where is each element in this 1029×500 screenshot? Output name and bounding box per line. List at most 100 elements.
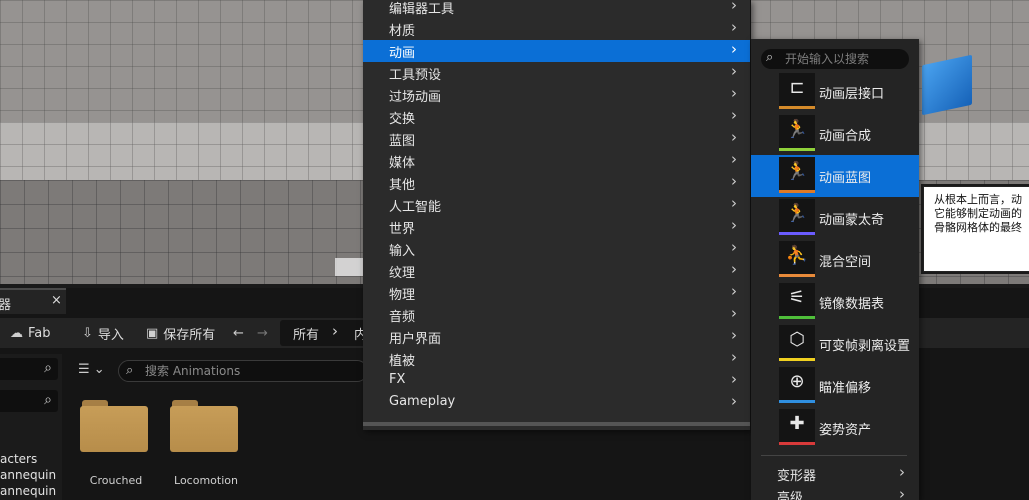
icon-glyph: ⬡	[789, 329, 805, 350]
menu-item-16[interactable]: 植被 ›	[363, 348, 750, 370]
asset-color-bar	[779, 274, 815, 277]
icon-glyph: 🏃	[785, 203, 809, 224]
menu-item-6[interactable]: 蓝图 ›	[363, 128, 750, 150]
import-button[interactable]: ⇩ 导入	[82, 318, 124, 348]
menu-item-17[interactable]: FX ›	[363, 370, 750, 392]
menu-item-label: 世界	[389, 222, 416, 237]
asset-color-bar	[779, 232, 815, 235]
viewport-player-start[interactable]	[335, 258, 363, 276]
content-browser-tab[interactable]: 器 ×	[0, 288, 66, 314]
chevron-right-icon: ›	[731, 282, 737, 300]
submenu-search[interactable]: ⌕	[761, 49, 909, 69]
search-icon: ⌕	[44, 392, 52, 408]
create-asset-menu: 编辑器工具 › 材质 › 动画 › 工具预设 › 过场动画 › 交换 › 蓝图 › 媒体 › 其他 › 人工智能 › 世…	[363, 0, 751, 430]
menu-item-label: Gameplay	[389, 394, 456, 409]
submenu-item-label: 动画蓝图	[819, 171, 872, 186]
icon-glyph: 🏃	[785, 161, 809, 182]
folder-body	[80, 406, 148, 452]
tooltip-line: 它能够制定动画的	[934, 207, 1022, 220]
tree-item[interactable]: annequin	[0, 468, 56, 482]
menu-item-10[interactable]: 世界 ›	[363, 216, 750, 238]
menu-item-14[interactable]: 音频 ›	[363, 304, 750, 326]
submenu-item-7[interactable]: ⊕ 瞄准偏移	[751, 365, 919, 407]
icon-glyph: ⚟	[788, 287, 806, 308]
animation-submenu: ⌕ ⊏ 动画层接口 🏃 动画合成 🏃 动画蓝图 🏃 动画蒙太奇 ⛹ 混合空间 ⚟ 镜像数据表 ⬡ 可变帧剥…	[751, 39, 919, 500]
folder-crouched[interactable]	[80, 400, 148, 452]
menu-item-label: 纹理	[389, 266, 416, 281]
fab-button[interactable]: ☁ Fab	[10, 318, 51, 348]
asset-search[interactable]: ⌕	[118, 360, 368, 382]
asset-search-input[interactable]	[145, 362, 355, 380]
back-button[interactable]: ←	[233, 318, 244, 348]
menu-item-4[interactable]: 过场动画 ›	[363, 84, 750, 106]
filter-button[interactable]: ☰ ⌄	[78, 362, 105, 377]
submenu-item-6[interactable]: ⬡ 可变帧剥离设置	[751, 323, 919, 365]
menu-item-5[interactable]: 交换 ›	[363, 106, 750, 128]
menu-item-label: FX	[389, 372, 406, 387]
menu-item-label: 交换	[389, 112, 416, 127]
menu-item-label: 物理	[389, 288, 416, 303]
submenu-item-label: 动画层接口	[819, 87, 885, 102]
menu-item-label: 蓝图	[389, 134, 416, 149]
forward-button[interactable]: →	[257, 318, 268, 348]
tab-close-icon[interactable]: ×	[51, 293, 62, 308]
icon-glyph: ⊕	[789, 371, 805, 392]
blend-space-icon: ⛹	[779, 241, 815, 277]
anim-composite-icon: 🏃	[779, 115, 815, 151]
folder-locomotion[interactable]	[170, 400, 238, 452]
chevron-right-icon: ›	[731, 62, 737, 80]
tree-item[interactable]: acters	[0, 452, 37, 466]
menu-item-11[interactable]: 输入 ›	[363, 238, 750, 260]
submenu-item-4[interactable]: ⛹ 混合空间	[751, 239, 919, 281]
menu-item-7[interactable]: 媒体 ›	[363, 150, 750, 172]
save-all-label: 保存所有	[163, 327, 216, 343]
chevron-right-icon: ›	[731, 326, 737, 344]
import-icon: ⇩	[82, 325, 93, 341]
back-arrow-icon: ←	[233, 325, 244, 341]
save-all-button[interactable]: ▣ 保存所有	[146, 318, 215, 348]
folder-label: Crouched	[89, 474, 143, 487]
menu-item-12[interactable]: 纹理 ›	[363, 260, 750, 282]
icon-glyph: ⛹	[785, 245, 809, 266]
folders-search[interactable]: ⌕	[0, 390, 58, 412]
menu-item-2[interactable]: 动画 ›	[363, 40, 750, 62]
menu-item-8[interactable]: 其他 ›	[363, 172, 750, 194]
sources-panel: ⌕ ⌕ acters annequin annequin	[0, 354, 62, 500]
submenu-item-2[interactable]: 🏃 动画蓝图	[751, 155, 919, 197]
submenu-item-0[interactable]: ⊏ 动画层接口	[751, 71, 919, 113]
breadcrumb-separator-icon[interactable]: ›	[332, 322, 338, 340]
chevron-right-icon: ›	[731, 84, 737, 102]
favorites-search[interactable]: ⌕	[0, 358, 58, 380]
menu-item-18[interactable]: Gameplay ›	[363, 392, 750, 414]
submenu-category-1[interactable]: 高级 ›	[751, 485, 919, 500]
menu-item-13[interactable]: 物理 ›	[363, 282, 750, 304]
menu-item-3[interactable]: 工具预设 ›	[363, 62, 750, 84]
submenu-item-8[interactable]: ✚ 姿势资产	[751, 407, 919, 449]
menu-item-label: 用户界面	[389, 332, 442, 347]
chevron-right-icon: ›	[731, 150, 737, 168]
asset-color-bar	[779, 358, 815, 361]
submenu-category-0[interactable]: 变形器 ›	[751, 463, 919, 485]
import-label: 导入	[97, 327, 124, 343]
chevron-right-icon: ›	[731, 194, 737, 212]
menu-item-15[interactable]: 用户界面 ›	[363, 326, 750, 348]
submenu-category-label: 高级	[777, 491, 804, 500]
submenu-search-input[interactable]	[785, 50, 905, 68]
submenu-item-label: 动画蒙太奇	[819, 213, 885, 228]
menu-item-9[interactable]: 人工智能 ›	[363, 194, 750, 216]
chevron-right-icon: ›	[731, 348, 737, 366]
asset-color-bar	[779, 190, 815, 193]
submenu-item-5[interactable]: ⚟ 镜像数据表	[751, 281, 919, 323]
menu-item-0[interactable]: 编辑器工具 ›	[363, 0, 750, 18]
submenu-item-label: 可变帧剥离设置	[819, 339, 911, 354]
submenu-item-1[interactable]: 🏃 动画合成	[751, 113, 919, 155]
chevron-right-icon: ›	[731, 392, 737, 410]
icon-glyph: 🏃	[785, 119, 809, 140]
breadcrumb-all[interactable]: 所有	[293, 324, 319, 343]
menu-scrollbar[interactable]	[363, 422, 750, 426]
tab-label: 器	[0, 298, 12, 313]
menu-item-1[interactable]: 材质 ›	[363, 18, 750, 40]
submenu-item-3[interactable]: 🏃 动画蒙太奇	[751, 197, 919, 239]
tree-item[interactable]: annequin	[0, 484, 56, 498]
viewport-blue-cube[interactable]	[922, 54, 972, 116]
